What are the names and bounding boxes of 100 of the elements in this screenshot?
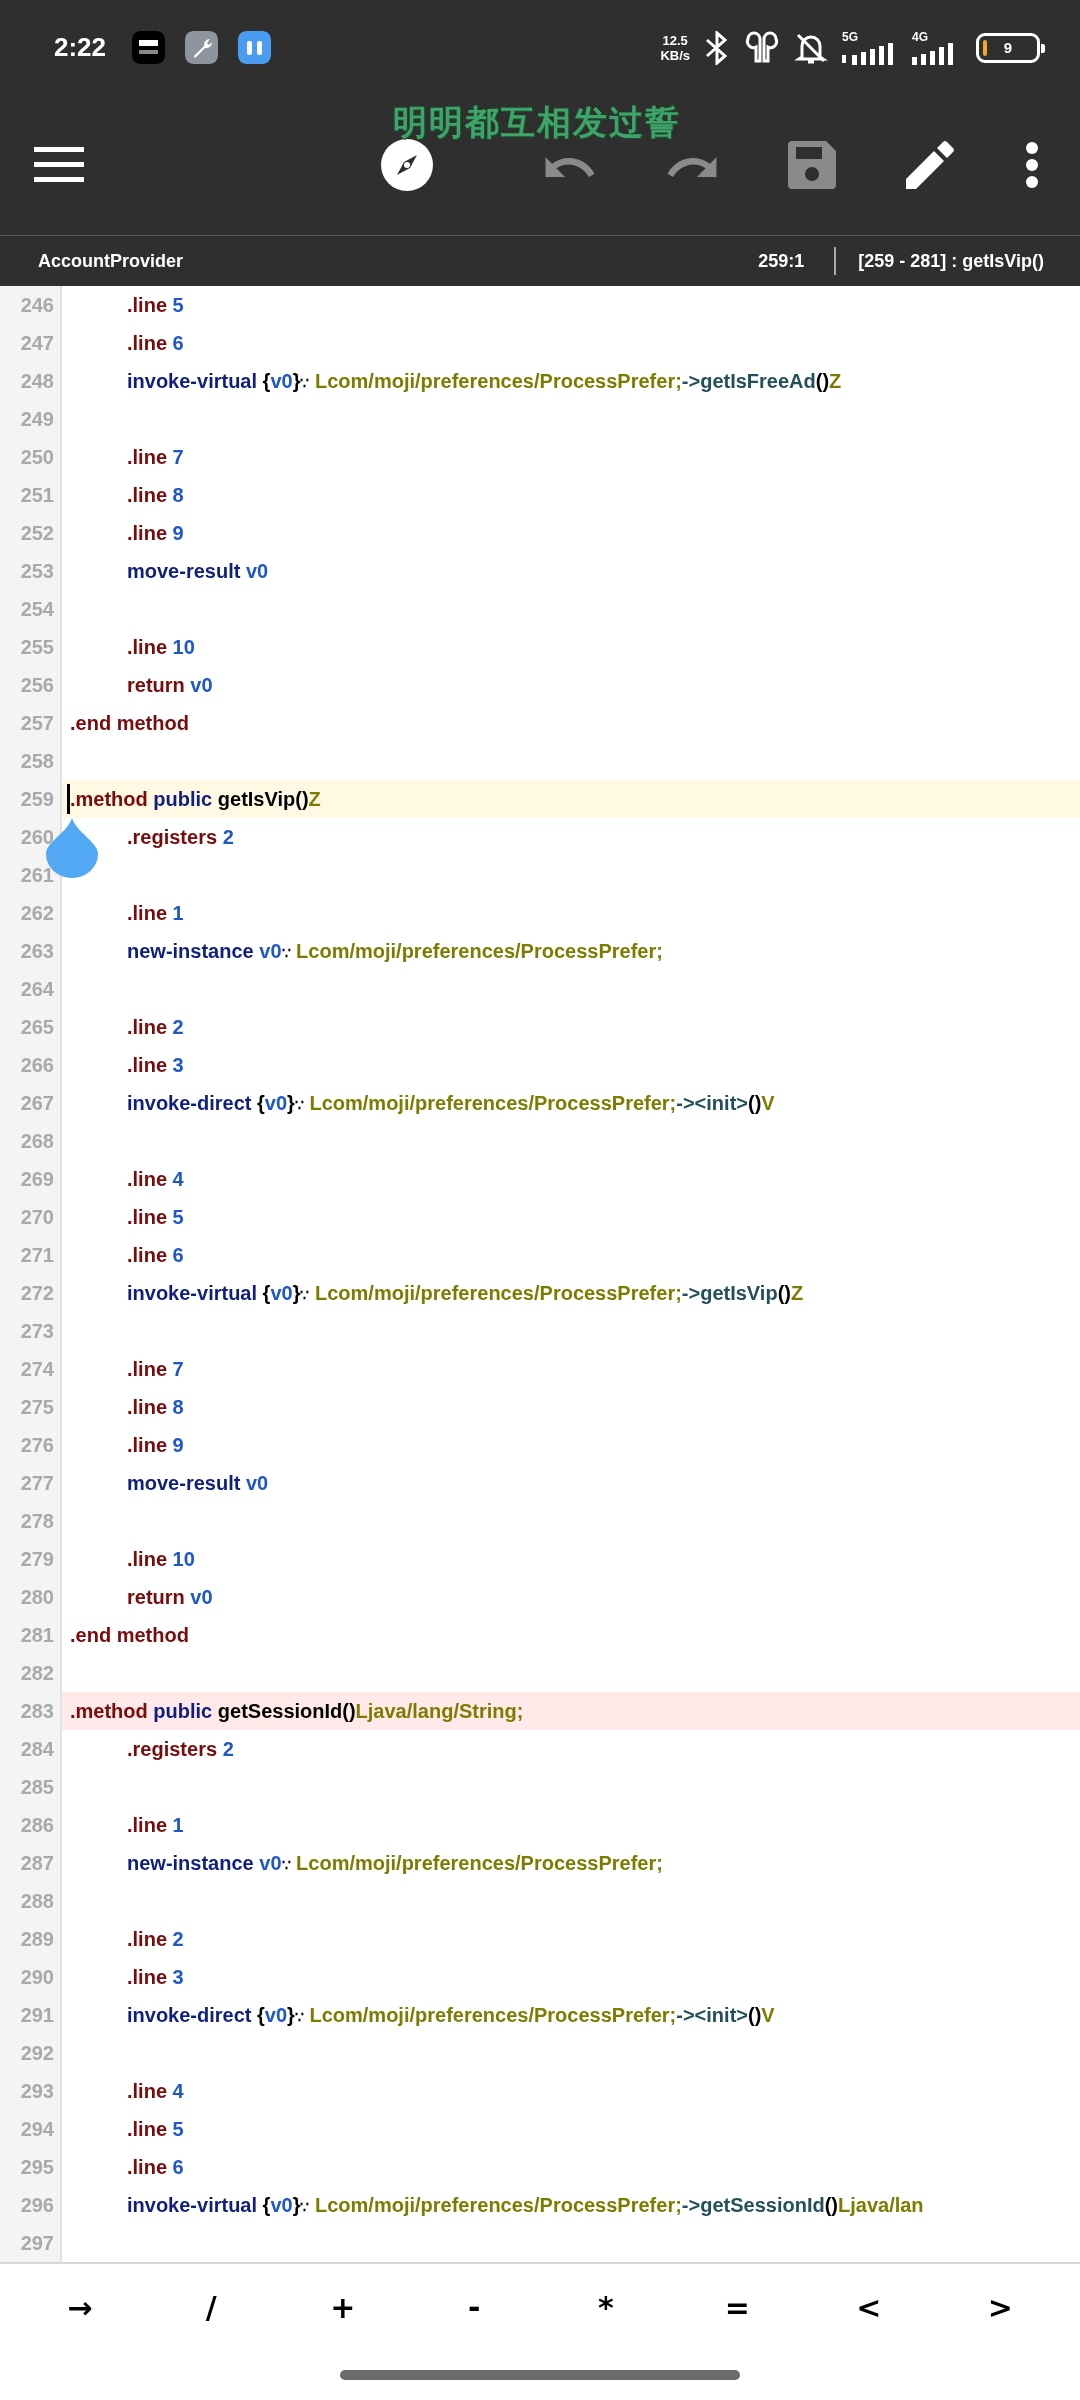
line-number: 267 bbox=[20, 1091, 54, 1115]
code-line: .line 2 bbox=[127, 1927, 184, 1951]
network-speed-unit: KB/s bbox=[660, 47, 690, 63]
line-number: 274 bbox=[20, 1357, 54, 1381]
line-number: 270 bbox=[20, 1205, 54, 1229]
symbol-key[interactable]: > bbox=[955, 2272, 1046, 2342]
symbol-key[interactable]: + bbox=[297, 2272, 388, 2342]
line-number: 285 bbox=[20, 1775, 54, 1799]
code-line: invoke-virtual {v0}∵ Lcom/moji/preferences/ProcessPrefer;->getIsVip()Z bbox=[127, 1281, 804, 1305]
code-line: .line 2 bbox=[127, 1015, 184, 1039]
code-line: invoke-direct {v0}∵ Lcom/moji/preferences/ProcessPrefer;-><init>()V bbox=[127, 2003, 775, 2027]
line-number: 295 bbox=[20, 2155, 54, 2179]
code-line: .line 9 bbox=[127, 1433, 184, 1457]
more-icon bbox=[1024, 142, 1039, 188]
symbol-key[interactable]: - bbox=[429, 2272, 520, 2342]
line-number: 286 bbox=[20, 1813, 54, 1837]
line-number: 249 bbox=[20, 407, 54, 431]
line-number: 246 bbox=[20, 293, 54, 317]
line-number: 297 bbox=[20, 2231, 54, 2255]
line-number: 271 bbox=[20, 1243, 54, 1267]
line-number: 252 bbox=[20, 521, 54, 545]
symbol-key[interactable]: < bbox=[823, 2272, 914, 2342]
line-number: 280 bbox=[20, 1585, 54, 1609]
line-number: 288 bbox=[20, 1889, 54, 1913]
line-number: 253 bbox=[20, 559, 54, 583]
code-line: return v0 bbox=[127, 1585, 213, 1609]
line-number: 263 bbox=[20, 939, 54, 963]
line-number: 287 bbox=[20, 1851, 54, 1875]
line-number: 247 bbox=[20, 331, 54, 355]
line-number: 294 bbox=[20, 2117, 54, 2141]
line-number: 290 bbox=[20, 1965, 54, 1989]
line-number: 281 bbox=[20, 1623, 54, 1647]
compass-icon bbox=[379, 138, 434, 192]
line-number: 255 bbox=[20, 635, 54, 659]
line-number: 273 bbox=[20, 1319, 54, 1343]
network-type: 5G bbox=[842, 30, 858, 43]
menu-icon bbox=[34, 147, 84, 183]
code-line: .line 10 bbox=[127, 1547, 195, 1571]
code-line: .line 1 bbox=[127, 1813, 184, 1837]
code-line: .line 7 bbox=[127, 445, 184, 469]
line-number: 293 bbox=[20, 2079, 54, 2103]
line-number: 258 bbox=[20, 749, 54, 773]
code-line: move-result v0 bbox=[127, 1471, 269, 1495]
line-number: 269 bbox=[20, 1167, 54, 1191]
code-line: .line 4 bbox=[127, 2079, 184, 2103]
symbol-key[interactable]: = bbox=[692, 2272, 783, 2342]
code-line: invoke-direct {v0}∵ Lcom/moji/preferences/ProcessPrefer;-><init>()V bbox=[127, 1091, 775, 1115]
code-line: .end method bbox=[70, 1623, 189, 1647]
app-icon bbox=[132, 31, 166, 64]
symbol-key[interactable]: / bbox=[166, 2272, 257, 2342]
code-line: .registers 2 bbox=[127, 825, 234, 849]
line-number: 291 bbox=[20, 2003, 54, 2027]
line-number: 256 bbox=[20, 673, 54, 697]
code-line: .line 5 bbox=[127, 293, 184, 317]
line-number: 262 bbox=[20, 901, 54, 925]
clock: 2:22 bbox=[54, 32, 107, 63]
line-number: 278 bbox=[20, 1509, 54, 1533]
code-line: return v0 bbox=[127, 673, 213, 697]
earbuds-icon bbox=[238, 31, 272, 64]
code-line: .line 6 bbox=[127, 2155, 184, 2179]
line-number: 284 bbox=[20, 1737, 54, 1761]
network-speed: 12.5 bbox=[662, 32, 688, 48]
code-line: .end method bbox=[70, 711, 189, 735]
code-line: .line 5 bbox=[127, 2117, 184, 2141]
cursor-position: 259:1 bbox=[758, 250, 805, 272]
line-number: 266 bbox=[20, 1053, 54, 1077]
line-number: 279 bbox=[20, 1547, 54, 1571]
line-number: 248 bbox=[20, 369, 54, 393]
bluetooth-icon bbox=[704, 30, 730, 65]
network-type: 4G bbox=[912, 30, 928, 43]
text-cursor bbox=[67, 784, 70, 814]
line-number: 257 bbox=[20, 711, 54, 735]
code-line: new-instance v0∵ Lcom/moji/preferences/ProcessPrefer; bbox=[127, 939, 663, 963]
code-line: .line 6 bbox=[127, 331, 184, 355]
line-number: 296 bbox=[20, 2193, 54, 2217]
code-line: move-result v0 bbox=[127, 559, 269, 583]
lyric-overlay: 明明都互相发过誓 bbox=[393, 102, 681, 143]
code-line: .registers 2 bbox=[127, 1737, 234, 1761]
method-range: [259 - 281] : getIsVip() bbox=[858, 250, 1044, 272]
line-number: 272 bbox=[20, 1281, 54, 1305]
code-line: .line 1 bbox=[127, 901, 184, 925]
battery-level: 9 bbox=[1003, 39, 1013, 56]
line-number: 268 bbox=[20, 1129, 54, 1153]
code-line: .method public getSessionId()Ljava/lang/String; bbox=[70, 1699, 524, 1723]
code-line: invoke-virtual {v0}∵ Lcom/moji/preferences/ProcessPrefer;->getIsFreeAd()Z bbox=[127, 369, 842, 393]
code-line: .line 10 bbox=[127, 635, 195, 659]
symbol-key[interactable]: → bbox=[34, 2272, 125, 2342]
line-number: 277 bbox=[20, 1471, 54, 1495]
code-line: .line 3 bbox=[127, 1053, 184, 1077]
line-number: 275 bbox=[20, 1395, 54, 1419]
line-number: 276 bbox=[20, 1433, 54, 1457]
symbol-key[interactable]: * bbox=[560, 2272, 651, 2342]
code-line: .method public getIsVip()Z bbox=[70, 787, 321, 811]
pencil-icon bbox=[905, 141, 954, 189]
line-number: 261 bbox=[20, 863, 54, 887]
line-number: 283 bbox=[20, 1699, 54, 1723]
line-number: 289 bbox=[20, 1927, 54, 1951]
code-line: .line 9 bbox=[127, 521, 184, 545]
code-line: .line 4 bbox=[127, 1167, 184, 1191]
line-number: 265 bbox=[20, 1015, 54, 1039]
